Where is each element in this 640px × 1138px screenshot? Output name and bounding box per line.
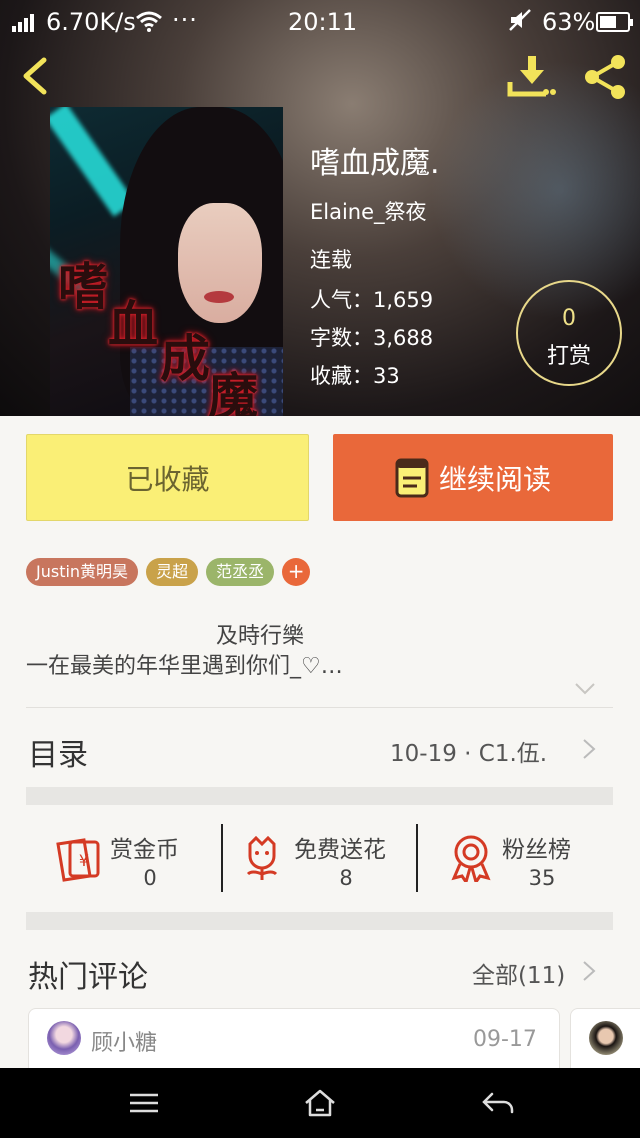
book-cover[interactable]: 嗜 血 成 魔	[50, 107, 283, 416]
battery-level	[600, 16, 616, 28]
more-notifications-icon: ···	[172, 6, 198, 34]
continue-reading-button[interactable]: 继续阅读	[333, 434, 613, 521]
chevron-right-icon[interactable]	[582, 960, 596, 982]
intro-title: 及時行樂	[215, 624, 304, 649]
favorited-button[interactable]: 已收藏	[26, 434, 309, 521]
cover-char: 嗜	[58, 257, 108, 316]
stat-value: 0	[143, 866, 157, 890]
book-icon	[395, 458, 429, 497]
cover-char: 魔	[208, 367, 258, 416]
favorited-label: 已收藏	[125, 462, 210, 496]
comment-date: 09-17	[473, 1027, 537, 1052]
stat-label: 粉丝榜	[502, 837, 571, 863]
book-word-count: 字数：3,688	[310, 326, 434, 350]
back-button[interactable]	[14, 54, 58, 98]
back-nav-icon[interactable]	[478, 1088, 518, 1118]
tip-button[interactable]: 0 打赏	[516, 280, 622, 386]
section-separator	[26, 912, 613, 930]
chevron-right-icon[interactable]	[582, 738, 596, 760]
red-envelope-icon: ¥	[56, 838, 100, 882]
system-nav-bar	[0, 1068, 640, 1138]
tip-count: 0	[562, 306, 576, 331]
comment-username[interactable]: 顾小糖	[91, 1025, 157, 1057]
tag[interactable]: 灵超	[146, 558, 199, 586]
avatar[interactable]	[589, 1021, 623, 1055]
stat-label: 免费送花	[294, 837, 386, 863]
stat-separator	[416, 824, 418, 892]
book-title: 嗜血成魔.	[310, 146, 440, 181]
cover-title-art: 嗜 血 成 魔	[50, 107, 283, 416]
toc-label[interactable]: 目录	[28, 730, 88, 774]
book-author[interactable]: Elaine_祭夜	[310, 196, 427, 226]
continue-reading-label: 继续阅读	[438, 462, 551, 496]
avatar[interactable]	[47, 1021, 81, 1055]
download-icon[interactable]	[506, 52, 558, 100]
clock: 20:11	[288, 8, 358, 36]
section-separator	[26, 787, 613, 805]
wifi-icon	[136, 11, 162, 32]
hot-comments-label: 热门评论	[28, 960, 148, 995]
chevron-down-icon[interactable]	[574, 682, 596, 696]
stat-label: 赏金币	[110, 837, 179, 863]
stat-separator	[221, 824, 223, 892]
flower-icon	[246, 836, 278, 880]
menu-icon[interactable]	[124, 1088, 164, 1118]
network-speed: 6.70K/s	[46, 8, 136, 36]
medal-icon	[451, 835, 491, 882]
signal-icon	[12, 12, 40, 32]
intro-text: 一在最美的年华里遇到你们_♡…	[26, 654, 343, 679]
all-comments-link[interactable]: 全部(11)	[472, 956, 565, 990]
tag[interactable]: Justin黄明昊	[26, 558, 139, 586]
add-tag-button[interactable]: +	[282, 558, 311, 586]
book-status: 连载	[310, 248, 352, 272]
book-popularity: 人气：1,659	[310, 288, 434, 312]
home-icon[interactable]	[300, 1088, 340, 1118]
share-icon[interactable]	[580, 52, 630, 102]
book-favorites: 收藏：33	[310, 364, 400, 388]
tip-label: 打赏	[546, 344, 591, 369]
stat-value: 35	[528, 866, 556, 890]
battery-icon	[596, 12, 633, 32]
comment-card[interactable]: 顾小糖 09-17	[28, 1008, 560, 1070]
stat-value: 8	[339, 866, 353, 890]
cover-char: 成	[160, 329, 210, 388]
cover-char: 血	[108, 295, 158, 354]
status-bar: 6.70K/s ··· 20:11 63%	[0, 0, 640, 44]
mute-icon	[509, 9, 531, 31]
toc-latest-chapter[interactable]: 10-19 · C1.伍.	[390, 734, 547, 768]
battery-percent: 63%	[542, 8, 596, 36]
comment-card[interactable]	[570, 1008, 640, 1070]
tag[interactable]: 范丞丞	[206, 558, 275, 586]
tag-list: Justin黄明昊 灵超 范丞丞 +	[26, 558, 311, 586]
divider	[26, 707, 613, 708]
svg-text:¥: ¥	[79, 851, 89, 870]
